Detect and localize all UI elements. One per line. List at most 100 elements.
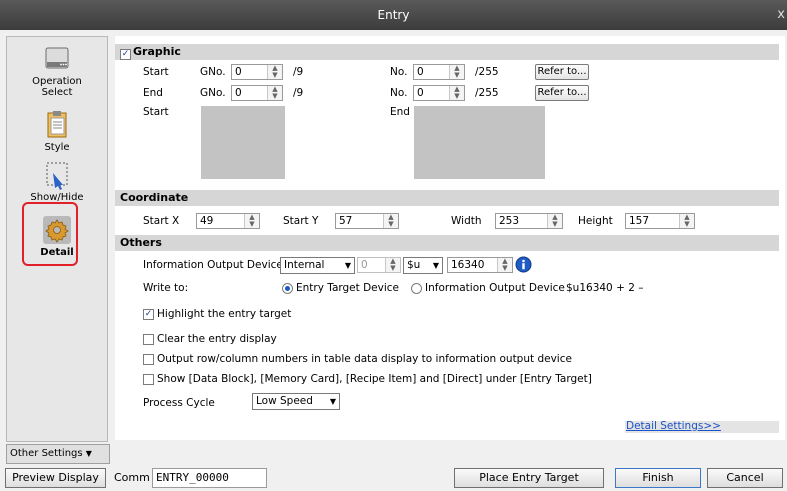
start-gno-label: GNo. — [200, 66, 226, 78]
start-refer-to-button[interactable]: Refer to... — [535, 64, 589, 80]
output-row-col-label: Output row/column numbers in table data … — [157, 353, 572, 365]
preview-end-label: End — [390, 106, 410, 118]
process-cycle-label: Process Cycle — [143, 397, 215, 409]
end-graphic-preview — [414, 106, 545, 179]
height-label: Height — [578, 215, 613, 227]
sidebar-item-style[interactable]: Style — [7, 109, 107, 153]
others-section-header: Others — [115, 235, 779, 251]
graphic-end-label: End — [143, 87, 163, 99]
height-stepper[interactable]: 157 ▲ ▼ — [625, 213, 695, 229]
write-to-label: Write to: — [143, 282, 189, 294]
start-y-label: Start Y — [283, 215, 319, 227]
width-label: Width — [451, 215, 482, 227]
selected-item-highlight — [22, 202, 78, 266]
process-cycle-select[interactable]: Low Speed ▼ — [252, 393, 340, 410]
coordinate-section-header: Coordinate — [115, 190, 779, 206]
graphic-header-label: Graphic — [133, 45, 181, 58]
start-x-stepper[interactable]: 49 ▲ ▼ — [196, 213, 260, 229]
sidebar-item-show-hide[interactable]: Show/Hide — [7, 161, 107, 203]
preview-start-label: Start — [143, 106, 169, 118]
end-no-stepper[interactable]: 0 ▲ ▼ — [413, 85, 465, 101]
device-address-value: 16340 — [451, 259, 485, 271]
start-y-stepper[interactable]: 57 ▲ ▼ — [335, 213, 399, 229]
spin-arrows-icon[interactable]: ▲ ▼ — [267, 65, 282, 79]
graphic-start-label: Start — [143, 66, 169, 78]
entry-target-radio[interactable] — [282, 283, 293, 294]
bottom-bar: Preview Display Comm ENTRY_00000 Place E… — [0, 444, 787, 491]
spin-arrows-icon[interactable]: ▲ ▼ — [267, 86, 282, 100]
start-gno-value: 0 — [235, 66, 242, 78]
dropdown-arrow-icon: ▼ — [432, 261, 439, 270]
clear-entry-checkbox[interactable] — [143, 334, 154, 345]
device-no-value: 0 — [361, 259, 368, 271]
highlight-label: Highlight the entry target — [157, 308, 292, 320]
place-entry-target-button[interactable]: Place Entry Target — [454, 468, 604, 488]
spin-arrows-icon[interactable]: ▲ ▼ — [449, 65, 464, 79]
clear-entry-label: Clear the entry display — [157, 333, 277, 345]
sidebar-item-operation-select[interactable]: Operation Select — [7, 45, 107, 98]
spin-arrows-icon[interactable]: ▲ ▼ — [383, 214, 398, 228]
sidebar-item-label: Operation Select — [32, 76, 82, 98]
title-bar: Entry x — [0, 0, 787, 30]
highlight-checkbox[interactable]: ✓ — [143, 309, 154, 320]
end-no-label: No. — [390, 87, 408, 99]
comm-label: Comm — [114, 471, 150, 484]
end-gno-label: GNo. — [200, 87, 226, 99]
end-refer-to-button[interactable]: Refer to... — [535, 85, 589, 101]
spin-arrows-icon[interactable]: ▲ ▼ — [244, 214, 259, 228]
start-y-value: 57 — [339, 215, 353, 227]
info-icon[interactable] — [515, 256, 532, 273]
show-hide-icon — [46, 162, 68, 190]
device-type-select[interactable]: Internal ▼ — [280, 257, 355, 274]
process-cycle-value: Low Speed — [256, 395, 313, 407]
show-data-block-label: Show [Data Block], [Memory Card], [Recip… — [157, 373, 592, 385]
comm-input[interactable]: ENTRY_00000 — [152, 468, 267, 488]
spin-arrows-icon: ▲ ▼ — [385, 258, 400, 272]
device-no-stepper: 0 ▲ ▼ — [357, 257, 401, 273]
device-address-stepper[interactable]: 16340 ▲ ▼ — [447, 257, 513, 273]
spin-arrows-icon[interactable]: ▲ ▼ — [547, 214, 562, 228]
style-icon — [47, 111, 67, 138]
device-type-value: Internal — [284, 259, 325, 271]
entry-target-radio-label: Entry Target Device — [296, 282, 400, 294]
dropdown-arrow-icon: ▼ — [344, 261, 351, 270]
device-prefix-select[interactable]: $u ▼ — [403, 257, 443, 274]
close-icon[interactable]: x — [777, 7, 785, 22]
address-text: $u16340 + 2 – — [566, 282, 644, 294]
start-x-label: Start X — [143, 215, 180, 227]
start-no-value: 0 — [417, 66, 424, 78]
width-value: 253 — [499, 215, 520, 227]
finish-button[interactable]: Finish — [615, 468, 701, 488]
start-x-value: 49 — [200, 215, 214, 227]
spin-arrows-icon[interactable]: ▲ ▼ — [449, 86, 464, 100]
operation-select-icon — [45, 47, 69, 69]
info-output-device-label: Information Output Device — [143, 259, 283, 271]
graphic-checkbox[interactable]: ✓ — [120, 49, 131, 60]
cancel-button[interactable]: Cancel — [707, 468, 783, 488]
start-no-stepper[interactable]: 0 ▲ ▼ — [413, 64, 465, 80]
end-no-value: 0 — [417, 87, 424, 99]
start-gno-stepper[interactable]: 0 ▲ ▼ — [231, 64, 283, 80]
start-no-max: /255 — [475, 66, 499, 78]
preview-display-button[interactable]: Preview Display — [5, 468, 106, 488]
sidebar-item-label: Style — [44, 142, 70, 153]
end-gno-stepper[interactable]: 0 ▲ ▼ — [231, 85, 283, 101]
height-value: 157 — [629, 215, 650, 227]
info-output-radio[interactable] — [411, 283, 422, 294]
spin-arrows-icon[interactable]: ▲ ▼ — [679, 214, 694, 228]
start-graphic-preview — [201, 106, 285, 179]
end-no-max: /255 — [475, 87, 499, 99]
end-gno-value: 0 — [235, 87, 242, 99]
spin-arrows-icon[interactable]: ▲ ▼ — [497, 258, 512, 272]
info-output-radio-label: Information Output Device — [425, 282, 565, 294]
device-prefix-value: $u — [407, 259, 421, 271]
show-data-block-checkbox[interactable] — [143, 374, 154, 385]
output-row-col-checkbox[interactable] — [143, 354, 154, 365]
end-gno-max: /9 — [293, 87, 304, 99]
start-gno-max: /9 — [293, 66, 304, 78]
width-stepper[interactable]: 253 ▲ ▼ — [495, 213, 563, 229]
detail-settings-link[interactable]: Detail Settings>> — [626, 420, 721, 432]
start-no-label: No. — [390, 66, 408, 78]
graphic-section-header: ✓ Graphic — [115, 44, 779, 60]
window-title: Entry — [377, 8, 410, 22]
